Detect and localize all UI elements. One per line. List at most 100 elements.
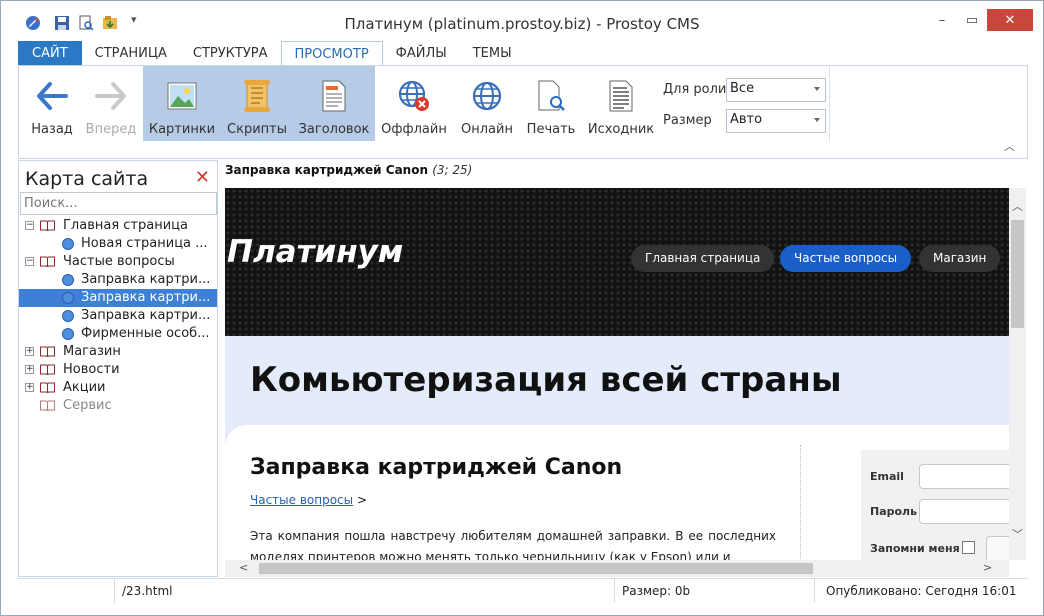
size-select[interactable]: Авто xyxy=(726,109,826,133)
arrow-right-icon xyxy=(95,82,126,110)
page-icon xyxy=(62,310,74,322)
header-toggle-button[interactable]: Заголовок xyxy=(298,70,370,140)
tab-view[interactable]: ПРОСМОТР xyxy=(280,41,383,66)
source-code-icon xyxy=(609,80,633,112)
expand-icon[interactable]: + xyxy=(25,365,34,374)
web-preview: Платинум Главная страница Частые вопросы… xyxy=(225,188,1009,560)
collapse-ribbon-icon[interactable]: ︿ xyxy=(1004,138,1015,154)
app-window: ▾ Платинум (platinum.prostoy.biz) - Pros… xyxy=(0,0,1044,616)
tab-site[interactable]: САЙТ xyxy=(18,41,82,65)
page-icon xyxy=(62,292,74,304)
site-header: Платинум Главная страница Частые вопросы… xyxy=(225,188,1009,336)
tree-item-refill-1[interactable]: Заправка картри... xyxy=(19,271,217,289)
scroll-icon xyxy=(244,80,270,112)
ribbon-panel: Назад Вперед Картинки Скрипты Заголовок … xyxy=(18,65,1028,159)
page-icon xyxy=(62,238,74,250)
site-map-panel: Карта сайта ✕ −Главная страница Новая ст… xyxy=(18,160,218,577)
collapse-icon[interactable]: − xyxy=(25,257,34,266)
book-icon xyxy=(40,400,55,411)
status-bar: /23.html Размер: 0b Опубликовано: Сегодн… xyxy=(18,578,1028,603)
tree-item-news[interactable]: + Новости xyxy=(19,361,217,379)
tree-item-brand-features[interactable]: Фирменные особ... xyxy=(19,325,217,343)
tree-item-service[interactable]: Сервис xyxy=(19,397,217,415)
breadcrumb-faq-link[interactable]: Частые вопросы xyxy=(250,493,353,507)
remember-label: Запомни меня xyxy=(870,542,960,555)
globe-offline-icon xyxy=(398,80,429,111)
preview-pane: Заправка картриджей Canon (3; 25) Платин… xyxy=(219,160,1028,577)
book-icon xyxy=(40,256,55,267)
images-toggle-button[interactable]: Картинки xyxy=(147,70,217,140)
book-icon xyxy=(40,364,55,375)
ribbon-separator xyxy=(829,66,830,142)
tab-themes[interactable]: ТЕМЫ xyxy=(460,41,525,65)
password-label: Пароль xyxy=(870,505,918,518)
password-field[interactable] xyxy=(919,499,1009,524)
tree-item-home[interactable]: − Главная страница xyxy=(19,217,217,235)
size-label: Размер xyxy=(663,113,712,128)
tree-item-promo[interactable]: + Акции xyxy=(19,379,217,397)
tree-item-refill-canon[interactable]: Заправка картри... xyxy=(19,289,217,307)
scroll-up-icon[interactable]: ︿ xyxy=(1012,198,1023,214)
window-title: Платинум (platinum.prostoy.biz) - Prosto… xyxy=(344,15,700,33)
tree-item-new-page[interactable]: Новая страница ... xyxy=(19,235,217,253)
tree-item-faq[interactable]: − Частые вопросы xyxy=(19,253,217,271)
scroll-left-icon[interactable]: < xyxy=(239,561,248,574)
horizontal-scroll-thumb[interactable] xyxy=(259,563,813,574)
back-button[interactable]: Назад xyxy=(29,70,75,140)
chevron-down-icon xyxy=(814,87,820,91)
scripts-toggle-button[interactable]: Скрипты xyxy=(224,70,290,140)
breadcrumb: Частые вопросы > xyxy=(250,493,368,507)
globe-icon xyxy=(472,81,502,111)
role-label: Для роли xyxy=(663,82,727,97)
print-button[interactable]: Печать xyxy=(523,70,579,140)
document-icon xyxy=(322,80,346,112)
nav-faq-link[interactable]: Частые вопросы xyxy=(780,245,912,272)
column-divider xyxy=(800,445,801,560)
site-tree: − Главная страница Новая страница ... − Ча… xyxy=(19,217,217,415)
expand-icon[interactable]: + xyxy=(25,347,34,356)
arrow-left-icon xyxy=(37,82,68,110)
offline-button[interactable]: Оффлайн xyxy=(381,70,447,140)
login-submit-button[interactable] xyxy=(986,536,1009,560)
tree-item-refill-3[interactable]: Заправка картри... xyxy=(19,307,217,325)
forward-button[interactable]: Вперед xyxy=(83,70,139,140)
chevron-down-icon xyxy=(814,118,820,122)
close-button[interactable]: ✕ xyxy=(987,9,1033,31)
horizontal-scrollbar[interactable]: < > xyxy=(225,560,1009,577)
email-field[interactable] xyxy=(919,464,1009,489)
source-button[interactable]: Исходник xyxy=(587,70,655,140)
tab-files[interactable]: ФАЙЛЫ xyxy=(383,41,460,65)
site-map-search-input[interactable] xyxy=(20,192,217,215)
status-divider xyxy=(814,579,815,603)
tree-item-shop[interactable]: + Магазин xyxy=(19,343,217,361)
minimize-button[interactable]: – xyxy=(927,9,957,31)
remember-checkbox[interactable] xyxy=(962,541,975,554)
book-icon xyxy=(40,382,55,393)
status-divider xyxy=(614,579,615,603)
window-controls: – ▭ ✕ xyxy=(927,9,1033,31)
image-icon xyxy=(167,82,197,110)
vertical-scrollbar[interactable]: ︿ ﹀ xyxy=(1009,188,1026,560)
online-button[interactable]: Онлайн xyxy=(456,70,518,140)
nav-shop-link[interactable]: Магазин xyxy=(919,245,1001,272)
site-logo[interactable]: Платинум xyxy=(227,234,403,270)
current-page-title: Заправка картриджей Canon (3; 25) xyxy=(225,163,473,177)
scroll-down-icon[interactable]: ﹀ xyxy=(1012,526,1023,542)
page-icon xyxy=(62,274,74,286)
nav-home-link[interactable]: Главная страница xyxy=(631,245,775,272)
collapse-icon[interactable]: − xyxy=(25,221,34,230)
close-icon[interactable]: ✕ xyxy=(195,167,210,188)
scroll-right-icon[interactable]: > xyxy=(983,561,992,574)
book-icon xyxy=(40,346,55,357)
role-select[interactable]: Все xyxy=(726,78,826,102)
tab-structure[interactable]: СТРУКТУРА xyxy=(180,41,281,65)
page-heading: Заправка картриджей Canon xyxy=(250,455,623,480)
vertical-scroll-thumb[interactable] xyxy=(1011,220,1024,328)
tab-page[interactable]: СТРАНИЦА xyxy=(82,41,180,65)
hero-heading: Комьютеризация всей страны xyxy=(250,360,842,400)
page-icon xyxy=(62,328,74,340)
ribbon-tabs: САЙТ СТРАНИЦА СТРУКТУРА ПРОСМОТР ФАЙЛЫ Т… xyxy=(18,41,525,66)
maximize-button[interactable]: ▭ xyxy=(957,9,987,31)
expand-icon[interactable]: + xyxy=(25,383,34,392)
email-label: Email xyxy=(870,470,904,483)
